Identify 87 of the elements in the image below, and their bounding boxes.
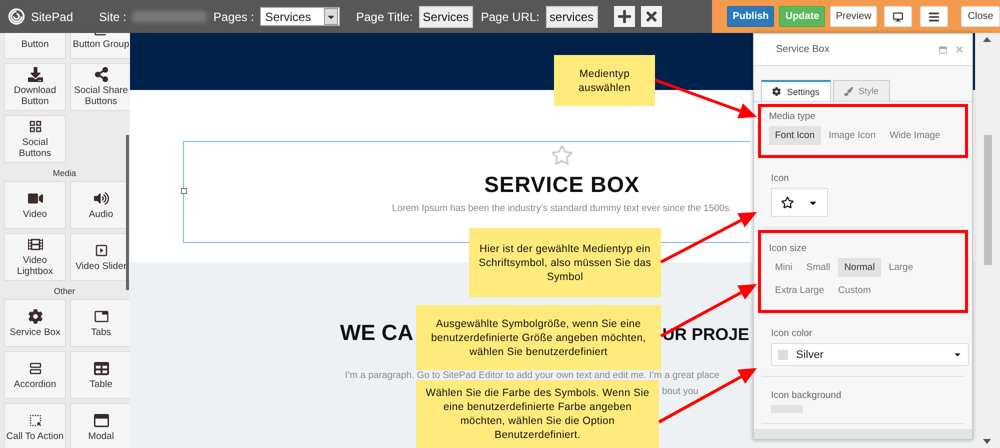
- paragraph-line: I’m a paragraph. Go to SitePad Editor to add your own text and edit me. I’m a great place: [345, 370, 720, 381]
- resize-handle[interactable]: [181, 188, 187, 194]
- widget-tile[interactable]: Video: [4, 181, 66, 229]
- field-label: Icon size: [769, 243, 808, 254]
- group-heading: Other: [52, 285, 76, 298]
- slideshow-icon: [94, 242, 108, 258]
- tab-icon: [94, 308, 108, 324]
- action-button[interactable]: Publish: [727, 6, 774, 27]
- star-icon: [781, 196, 794, 209]
- option-button[interactable]: Normal: [838, 258, 881, 277]
- spiral-logo-icon: [8, 8, 25, 25]
- widget-tile[interactable]: Table: [70, 351, 130, 399]
- field-label: Icon: [771, 173, 790, 184]
- share-icon: [94, 67, 108, 82]
- widget-tile[interactable]: Call To Action: [4, 403, 66, 448]
- download-icon: [28, 67, 42, 82]
- desktop-view-button[interactable]: [884, 6, 912, 27]
- page-title-field[interactable]: Services: [418, 6, 473, 28]
- option-button[interactable]: Font Icon: [769, 126, 821, 145]
- brush-icon: [844, 86, 853, 96]
- option-button[interactable]: Extra Large: [769, 281, 830, 300]
- scroll-up-icon[interactable]: [983, 37, 991, 42]
- scroll-down-icon[interactable]: [983, 439, 991, 444]
- option-button[interactable]: Small: [800, 258, 836, 277]
- logo-text: SitePad: [31, 10, 74, 24]
- option-button[interactable]: Mini: [769, 258, 798, 277]
- color-select[interactable]: Silver: [771, 343, 969, 366]
- group-heading: Media: [52, 167, 78, 180]
- page-url-field[interactable]: services: [546, 6, 598, 28]
- delete-page-button[interactable]: [640, 6, 662, 27]
- table-icon: [94, 360, 108, 376]
- icon-picker[interactable]: [771, 188, 828, 217]
- field-label: Icon color: [771, 328, 814, 339]
- widget-tile[interactable]: Social Share Buttons: [70, 63, 130, 111]
- widget-tile[interactable]: Accordion: [4, 351, 66, 399]
- monitor-icon: [893, 10, 904, 22]
- window-icon: [94, 412, 108, 428]
- pages-select[interactable]: Services: [260, 7, 340, 26]
- widget-tile[interactable]: Video Lightbox: [4, 233, 66, 281]
- option-button[interactable]: Large: [882, 258, 920, 277]
- close-icon: [644, 9, 659, 24]
- pages-label: Pages :: [213, 10, 254, 24]
- menu-button[interactable]: [920, 6, 948, 27]
- star-icon: [551, 144, 573, 166]
- page-title-label: Page Title:: [356, 10, 413, 24]
- widget-tile[interactable]: Video Slider: [70, 233, 130, 281]
- video-camera-icon: [28, 190, 42, 206]
- panel-tab[interactable]: Settings: [761, 80, 831, 101]
- service-box-text: Lorem Ipsum has been the industry’s standard dummy text ever since the 1500s.: [392, 203, 732, 214]
- option-button[interactable]: Wide Image: [884, 126, 946, 145]
- page-scrollbar[interactable]: [975, 33, 1000, 448]
- service-box-title: SERVICE BOX: [484, 172, 640, 198]
- panel-title: Service Box: [776, 44, 830, 55]
- field-label: Media type: [769, 111, 816, 122]
- action-button[interactable]: Close: [961, 6, 1000, 27]
- widget-tile[interactable]: Tabs: [70, 299, 130, 347]
- widget-tile[interactable]: Modal: [70, 403, 130, 448]
- gear-icon: [28, 308, 42, 324]
- widget-tile[interactable]: Audio: [70, 181, 130, 229]
- paragraph-line: bout you: [662, 386, 698, 397]
- option-button[interactable]: Custom: [832, 281, 877, 300]
- callout-note: Wählen Sie die Farbe des Symbols. Wenn Sie eine benutzerdefinierte Farbe angeben möchten, wählen Sie die Option Benutzerdefiniert.: [416, 380, 659, 448]
- scrollbar-thumb[interactable]: [984, 135, 992, 265]
- widget-tile[interactable]: Service Box: [4, 299, 66, 347]
- option-button[interactable]: Image Icon: [822, 126, 882, 145]
- callout-note: Medientyp auswählen: [554, 55, 655, 106]
- widget-tile[interactable]: Download Button: [4, 63, 66, 111]
- add-page-button[interactable]: [614, 6, 635, 27]
- scrollbar-thumb[interactable]: [126, 135, 129, 290]
- widget-tile[interactable]: Button Group: [70, 33, 130, 59]
- section-heading: WE CA: [340, 320, 414, 346]
- gear-icon: [772, 87, 781, 96]
- grid-icon: [28, 119, 42, 134]
- callout-note: Ausgewählte Symbolgröße, wenn Sie eine benutzerdefinierte Größe angeben möchten, wählen Sie benutzerdefiniert: [416, 305, 661, 370]
- stacked-bars-icon: [28, 360, 42, 376]
- site-label: Site :: [99, 10, 126, 24]
- selection-icon: [28, 412, 42, 428]
- plus-icon: [616, 9, 632, 24]
- speaker-icon: [94, 190, 108, 206]
- widget-tile[interactable]: Social Buttons: [4, 115, 66, 163]
- menu-icon: [929, 10, 940, 22]
- page-url-label: Page URL:: [480, 10, 540, 24]
- field-label: Icon background: [771, 390, 842, 401]
- film-icon: [28, 237, 42, 252]
- action-button[interactable]: Preview: [830, 6, 878, 27]
- callout-note: Hier ist der gewählte Medientyp ein Schriftsymbol, also müssen Sie das Symbol: [469, 228, 661, 297]
- widget-tile[interactable]: Button: [4, 33, 66, 59]
